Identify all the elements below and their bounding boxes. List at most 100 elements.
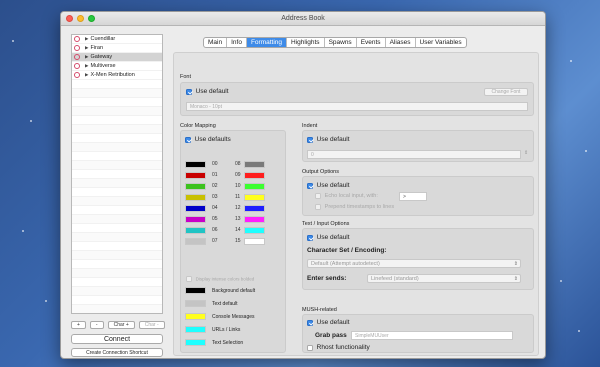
output-use-default-checkbox[interactable]: [307, 182, 313, 189]
special-color-swatch[interactable]: [185, 287, 206, 294]
world-name: Gateway: [90, 54, 113, 60]
color-swatch[interactable]: [185, 238, 206, 245]
prepend-timestamps-checkbox[interactable]: [315, 204, 321, 210]
add-world-button[interactable]: +: [71, 321, 86, 329]
empty-row: [72, 305, 162, 313]
remove-world-button[interactable]: -: [89, 321, 104, 329]
font-use-default-checkbox[interactable]: [186, 88, 192, 95]
indent-field[interactable]: 0: [307, 150, 521, 159]
color-swatch[interactable]: [244, 227, 265, 234]
disclosure-triangle-icon[interactable]: ▶: [85, 54, 88, 60]
disclosure-triangle-icon[interactable]: ▶: [85, 36, 88, 42]
text-use-default-checkbox[interactable]: [307, 234, 313, 241]
mush-group: Use default Grab pass SimpleMUUser Rhost…: [302, 314, 534, 353]
special-color-swatch[interactable]: [185, 300, 206, 307]
color-swatch[interactable]: [244, 205, 265, 212]
empty-row: [72, 152, 162, 161]
zoom-button[interactable]: [88, 15, 95, 22]
world-row[interactable]: ▶ Cuendillar: [72, 35, 162, 44]
empty-row: [72, 269, 162, 278]
tab-spawns[interactable]: Spawns: [325, 38, 357, 47]
color-index-label: 14: [235, 227, 241, 233]
empty-row: [72, 143, 162, 152]
charset-select-arrows-icon: ⇕: [513, 261, 518, 267]
color-index-label: 09: [235, 172, 241, 178]
color-swatch[interactable]: [244, 194, 265, 201]
color-swatch[interactable]: [185, 183, 206, 190]
disclosure-triangle-icon[interactable]: ▶: [85, 72, 88, 78]
tab-info[interactable]: Info: [227, 38, 247, 47]
color-index-label: 12: [235, 205, 241, 211]
color-swatch[interactable]: [185, 194, 206, 201]
special-color-swatch[interactable]: [185, 326, 206, 333]
disclosure-triangle-icon[interactable]: ▶: [85, 45, 88, 51]
colors-use-defaults-checkbox[interactable]: [185, 136, 191, 143]
close-button[interactable]: [66, 15, 73, 22]
world-list[interactable]: ▶ Cuendillar ▶ Firan ▶ Gateway ▶ Multiverse ▶ X-M…: [71, 34, 163, 314]
intense-bold-checkbox[interactable]: [186, 276, 192, 282]
world-row[interactable]: ▶ Firan: [72, 44, 162, 53]
disclosure-triangle-icon[interactable]: ▶: [85, 63, 88, 69]
world-row[interactable]: ▶ Gateway: [72, 53, 162, 62]
tab-highlights[interactable]: Highlights: [287, 38, 325, 47]
remove-character-button[interactable]: Char -: [138, 321, 165, 329]
world-row[interactable]: ▶ X-Men Retribution: [72, 71, 162, 80]
world-list-buttons: + - Char + Char -: [71, 321, 165, 329]
colors-use-defaults-label: Use defaults: [194, 136, 231, 143]
world-status-icon: [74, 63, 80, 69]
prepend-timestamps-label: Prepend timestamps to lines: [324, 204, 395, 210]
address-book-window: Address Book ▶ Cuendillar ▶ Firan ▶ Gateway ▶ M…: [60, 11, 546, 359]
grab-pass-field[interactable]: SimpleMUUser: [351, 331, 513, 340]
rhost-checkbox[interactable]: [307, 344, 313, 351]
color-swatch[interactable]: [185, 161, 206, 168]
tab-aliases[interactable]: Aliases: [386, 38, 416, 47]
charset-label: Character Set / Encoding:: [307, 247, 387, 254]
color-swatch[interactable]: [244, 161, 265, 168]
tab-main[interactable]: Main: [204, 38, 228, 47]
special-color-label: URLs / Links: [212, 327, 241, 333]
color-swatch[interactable]: [244, 172, 265, 179]
mush-use-default-checkbox[interactable]: [307, 319, 313, 326]
charset-select[interactable]: Default (Attempt autodetect) ⇕: [307, 259, 521, 268]
tab-events[interactable]: Events: [357, 38, 386, 47]
color-swatch[interactable]: [244, 216, 265, 223]
world-status-icon: [74, 45, 80, 51]
color-swatch[interactable]: [185, 216, 206, 223]
indent-stepper[interactable]: ⇕: [524, 150, 528, 156]
tab-formatting[interactable]: Formatting: [246, 38, 288, 47]
connect-button[interactable]: Connect: [71, 334, 163, 344]
world-row[interactable]: ▶ Multiverse: [72, 62, 162, 71]
echo-prefix-field[interactable]: >: [399, 192, 427, 201]
indent-group: Use default 0 ⇕: [302, 130, 534, 162]
special-color-swatch[interactable]: [185, 339, 206, 346]
indent-use-default-label: Use default: [316, 136, 350, 143]
enter-sends-select[interactable]: Linefeed (standard) ⇕: [367, 274, 521, 283]
color-index-label: 00: [212, 161, 218, 167]
empty-row: [72, 197, 162, 206]
empty-row: [72, 224, 162, 233]
empty-row: [72, 80, 162, 89]
empty-row: [72, 161, 162, 170]
indent-use-default-checkbox[interactable]: [307, 136, 313, 143]
text-use-default-label: Use default: [316, 234, 350, 241]
color-swatch[interactable]: [185, 172, 206, 179]
color-swatch[interactable]: [244, 183, 265, 190]
tab-user-variables[interactable]: User Variables: [416, 38, 466, 47]
color-swatch[interactable]: [244, 238, 265, 245]
echo-input-checkbox[interactable]: [315, 193, 321, 199]
empty-row: [72, 296, 162, 305]
special-color-label: Text Selection: [212, 340, 244, 346]
color-swatch[interactable]: [185, 205, 206, 212]
font-section-title: Font: [180, 74, 192, 80]
formatting-panel: Font Use default Change Font Monaco - 10…: [173, 52, 539, 356]
add-character-button[interactable]: Char +: [107, 321, 135, 329]
create-shortcut-button[interactable]: Create Connection Shortcut: [71, 348, 163, 357]
color-swatch[interactable]: [185, 227, 206, 234]
enter-sends-value: Linefeed (standard): [371, 276, 419, 282]
empty-row: [72, 278, 162, 287]
change-font-button[interactable]: Change Font: [484, 88, 528, 96]
minimize-button[interactable]: [77, 15, 84, 22]
special-color-swatch[interactable]: [185, 313, 206, 320]
charset-value: Default (Attempt autodetect): [311, 261, 380, 267]
world-name: Cuendillar: [90, 36, 116, 42]
